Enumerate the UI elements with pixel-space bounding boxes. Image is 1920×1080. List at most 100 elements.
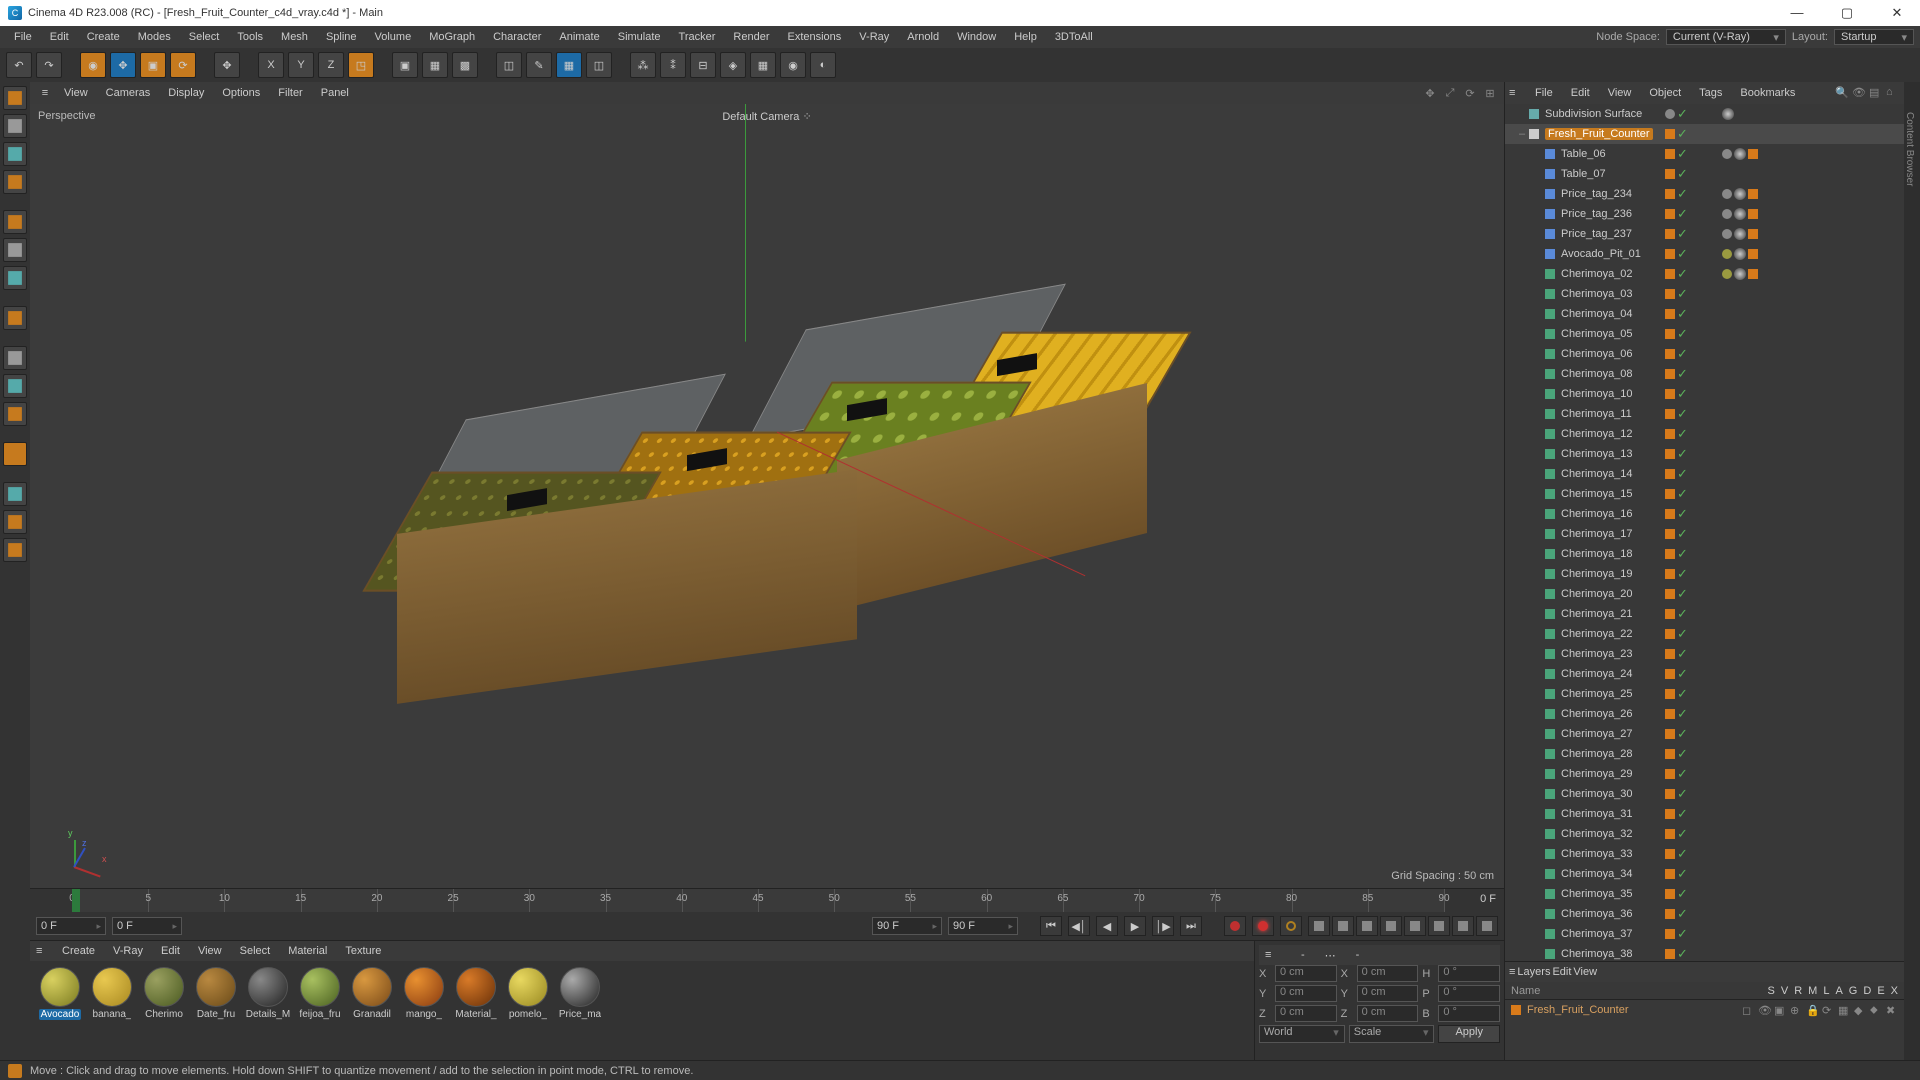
- object-row[interactable]: Cherimoya_38✓: [1505, 944, 1904, 961]
- object-row[interactable]: –Fresh_Fruit_Counter✓: [1505, 124, 1904, 144]
- object-mode-button[interactable]: [3, 170, 27, 194]
- material-swatch[interactable]: banana_: [88, 967, 136, 1054]
- object-row[interactable]: Cherimoya_26✓: [1505, 704, 1904, 724]
- layer-dot[interactable]: [1665, 389, 1675, 399]
- enable-check-icon[interactable]: ✓: [1677, 329, 1688, 339]
- material-swatch[interactable]: Granadil: [348, 967, 396, 1054]
- material-swatch[interactable]: Details_M: [244, 967, 292, 1054]
- layer-dot[interactable]: [1665, 169, 1675, 179]
- enable-check-icon[interactable]: ✓: [1677, 689, 1688, 699]
- layer-dot[interactable]: [1665, 669, 1675, 679]
- enable-check-icon[interactable]: ✓: [1677, 589, 1688, 599]
- coord-field[interactable]: 0 cm: [1357, 985, 1419, 1002]
- object-row[interactable]: Cherimoya_35✓: [1505, 884, 1904, 904]
- object-menu-tags[interactable]: Tags: [1691, 85, 1730, 101]
- menu-mesh[interactable]: Mesh: [273, 29, 316, 45]
- object-row[interactable]: Cherimoya_29✓: [1505, 764, 1904, 784]
- edge-mode-button[interactable]: [3, 238, 27, 262]
- object-row[interactable]: Cherimoya_22✓: [1505, 624, 1904, 644]
- layer-dot[interactable]: [1665, 749, 1675, 759]
- layer-dot[interactable]: [1665, 689, 1675, 699]
- scale-key-button[interactable]: [1332, 916, 1354, 936]
- object-menu-edit[interactable]: Edit: [1563, 85, 1598, 101]
- coord-field[interactable]: 0 °: [1438, 1005, 1500, 1022]
- layer-flag-icon[interactable]: ⟳: [1822, 1004, 1834, 1016]
- menu-render[interactable]: Render: [725, 29, 777, 45]
- layer-dot[interactable]: [1665, 469, 1675, 479]
- coord-sys-button[interactable]: ◳: [348, 52, 374, 78]
- enable-check-icon[interactable]: ✓: [1677, 489, 1688, 499]
- tag-icon[interactable]: [1734, 268, 1746, 280]
- tag-icon[interactable]: [1734, 248, 1746, 260]
- coord-world-dropdown[interactable]: World: [1259, 1025, 1345, 1043]
- object-row[interactable]: Cherimoya_20✓: [1505, 584, 1904, 604]
- object-row[interactable]: Cherimoya_23✓: [1505, 644, 1904, 664]
- layer-flag-icon[interactable]: ◻: [1742, 1004, 1754, 1016]
- enable-check-icon[interactable]: ✓: [1677, 529, 1688, 539]
- visibility-dot[interactable]: [1665, 109, 1675, 119]
- coord-field[interactable]: 0 cm: [1275, 965, 1337, 982]
- effector-button[interactable]: ⁑: [660, 52, 686, 78]
- layer-flag-icon[interactable]: 🔒: [1806, 1004, 1818, 1016]
- object-row[interactable]: Cherimoya_36✓: [1505, 904, 1904, 924]
- menu-simulate[interactable]: Simulate: [610, 29, 669, 45]
- enable-check-icon[interactable]: ✓: [1677, 429, 1688, 439]
- viewport-zoom-icon[interactable]: ⤢: [1442, 85, 1458, 101]
- viewport-menu-hamburger-icon[interactable]: ≡: [36, 87, 54, 99]
- enable-check-icon[interactable]: ✓: [1677, 649, 1688, 659]
- enable-check-icon[interactable]: ✓: [1677, 729, 1688, 739]
- prev-key-button[interactable]: ◀│: [1068, 916, 1090, 936]
- layout-dropdown[interactable]: Startup: [1834, 29, 1914, 45]
- layer-dot[interactable]: [1665, 549, 1675, 559]
- timeline-end-field[interactable]: 90 F: [948, 917, 1018, 935]
- enable-check-icon[interactable]: ✓: [1677, 829, 1688, 839]
- enable-check-icon[interactable]: ✓: [1677, 109, 1688, 119]
- object-menu-view[interactable]: View: [1600, 85, 1640, 101]
- object-row[interactable]: Cherimoya_05✓: [1505, 324, 1904, 344]
- timeline-playhead[interactable]: [72, 889, 80, 912]
- object-hamburger-icon[interactable]: ≡: [1509, 87, 1525, 99]
- object-row[interactable]: Cherimoya_31✓: [1505, 804, 1904, 824]
- tag-icon[interactable]: [1748, 249, 1758, 259]
- grid-button[interactable]: ▦: [750, 52, 776, 78]
- layer-dot[interactable]: [1665, 829, 1675, 839]
- bulb-button[interactable]: ◐: [810, 52, 836, 78]
- enable-check-icon[interactable]: ✓: [1677, 249, 1688, 259]
- enable-check-icon[interactable]: ✓: [1677, 889, 1688, 899]
- material-menu-select[interactable]: Select: [232, 943, 279, 959]
- layer-flag-icon[interactable]: ⬥: [1870, 1004, 1882, 1016]
- material-swatch[interactable]: feijoa_fru: [296, 967, 344, 1054]
- redo-button[interactable]: ↷: [36, 52, 62, 78]
- layer-dot[interactable]: [1665, 869, 1675, 879]
- layers-menu-layers[interactable]: Layers: [1517, 966, 1550, 978]
- rot-key-button[interactable]: [1356, 916, 1378, 936]
- nodespace-dropdown[interactable]: Current (V-Ray): [1666, 29, 1786, 45]
- layer-dot[interactable]: [1665, 289, 1675, 299]
- tag-icon[interactable]: [1722, 249, 1732, 259]
- layer-dot[interactable]: [1665, 849, 1675, 859]
- menu-create[interactable]: Create: [79, 29, 128, 45]
- timeline-loopstart-field[interactable]: 0 F: [112, 917, 182, 935]
- play-back-button[interactable]: ◀: [1096, 916, 1118, 936]
- menu-window[interactable]: Window: [949, 29, 1004, 45]
- tag-icon[interactable]: [1734, 208, 1746, 220]
- object-menu-bookmarks[interactable]: Bookmarks: [1732, 85, 1803, 101]
- autokey-button[interactable]: [1252, 916, 1274, 936]
- timeline-ruler[interactable]: 051015202530354045505560657075808590 0 F: [30, 888, 1504, 912]
- window-maximize-button[interactable]: ▢: [1832, 5, 1862, 21]
- goto-end-button[interactable]: ⏭: [1180, 916, 1202, 936]
- anim-key-button[interactable]: [1428, 916, 1450, 936]
- play-forward-button[interactable]: ▶: [1124, 916, 1146, 936]
- menu-arnold[interactable]: Arnold: [899, 29, 947, 45]
- material-hamburger-icon[interactable]: ≡: [36, 945, 52, 957]
- material-menu-texture[interactable]: Texture: [337, 943, 389, 959]
- y-tool-button[interactable]: [3, 374, 27, 398]
- menu-mograph[interactable]: MoGraph: [421, 29, 483, 45]
- object-row[interactable]: Subdivision Surface✓: [1505, 104, 1904, 124]
- tag-icon[interactable]: [1734, 148, 1746, 160]
- menu-tools[interactable]: Tools: [229, 29, 271, 45]
- object-row[interactable]: Cherimoya_16✓: [1505, 504, 1904, 524]
- enable-check-icon[interactable]: ✓: [1677, 849, 1688, 859]
- tag-icon[interactable]: [1748, 269, 1758, 279]
- layer-dot[interactable]: [1665, 429, 1675, 439]
